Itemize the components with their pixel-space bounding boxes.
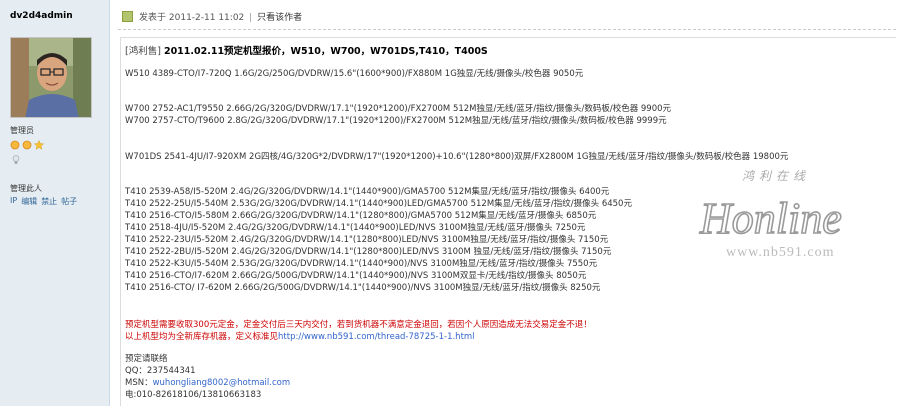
price-line: W700 2752-AC1/T9550 2.66G/2G/320G/DVDRW/…	[125, 104, 672, 114]
contact-phone: 电:010-82618106/13810663183	[125, 390, 262, 400]
post-meta-prefix: 发表于	[139, 13, 167, 23]
admin-links: IP 编辑 禁止 帖子	[10, 196, 77, 207]
admin-link-posts[interactable]: 帖子	[61, 196, 77, 207]
only-author-link[interactable]: 只看该作者	[257, 13, 302, 23]
post-message: [鸿利售] 2011.02.11预定机型报价，W510，W700，W701DS,…	[120, 37, 896, 406]
price-line: W701DS 2541-4JU/I7-920XM 2G四核/4G/320G*2/…	[125, 152, 789, 162]
price-line: W510 4389-CTO/I7-720Q 1.6G/2G/250G/DVDRW…	[125, 69, 584, 79]
price-line: T410 2522-K3U/I5-540M 2.53G/2G/320G/DVDR…	[125, 259, 598, 269]
stock-notice-text: 以上机型均为全新库存机器，定义标准见	[125, 332, 279, 342]
post-meta-bar: 发表于 2011-2-11 11:02 | 只看该作者	[118, 0, 896, 30]
post-title: [鸿利售] 2011.02.11预定机型报价，W510，W700，W701DS,…	[125, 43, 488, 57]
post-meta: 发表于 2011-2-11 11:02 | 只看该作者	[139, 10, 302, 23]
price-line: T410 2539-A58/I5-520M 2.4G/2G/320G/DVDRW…	[125, 187, 610, 197]
price-line: T410 2516-CTO/I5-580M 2.66G/2G/320G/DVDR…	[125, 211, 597, 221]
contact-msn: MSN：wuhongliang8002@hotmail.com	[125, 376, 290, 388]
price-line: T410 2522-2BU/I5-520M 2.4G/2G/320G/DVDRW…	[125, 247, 612, 257]
admin-link-edit[interactable]: 编辑	[21, 196, 37, 207]
user-role: 管理员	[10, 126, 34, 135]
admin-link-ip[interactable]: IP	[10, 196, 17, 207]
price-line: T410 2516-CTO/I7-620M 2.66G/2G/500G/DVDR…	[125, 271, 587, 281]
standard-link[interactable]: http://www.nb591.com/thread-78725-1-1.ht…	[278, 332, 475, 342]
post-content-area: 发表于 2011-2-11 11:02 | 只看该作者 [鸿利售] 2011.0…	[110, 0, 900, 406]
star-icon	[34, 140, 44, 150]
contact-qq: QQ：237544341	[125, 366, 196, 376]
rank-stars	[10, 140, 44, 150]
post-date: 2011-2-11 11:02	[168, 13, 245, 23]
post-status-icon	[122, 11, 133, 22]
msn-label: MSN：	[125, 378, 153, 388]
sun-icon	[22, 140, 32, 150]
price-line: T410 2516-CTO/ I7-620M 2.66G/2G/500G/DVD…	[125, 283, 601, 293]
watermark-url: www.nb591.com	[726, 245, 835, 260]
title-bracket: [鸿利售]	[125, 46, 161, 57]
title-text: 2011.02.11预定机型报价，W510，W700，W701DS,T410，T…	[163, 46, 488, 57]
sun-icon	[10, 140, 20, 150]
price-line: T410 2522-25U/I5-540M 2.53G/2G/320G/DVDR…	[125, 199, 632, 209]
lightbulb-icon	[12, 155, 20, 164]
stock-notice: 以上机型均为全新库存机器，定义标准见http://www.nb591.com/t…	[125, 330, 475, 342]
deposit-notice: 预定机型需要收取300元定金，定金交付后三天内交付，若到货机器不满意定金退回，若…	[125, 320, 592, 330]
meta-separator: |	[249, 13, 253, 23]
user-avatar[interactable]	[10, 37, 92, 118]
user-profile-sidebar: dv2d4admin 管理员 管理此人 IP 编辑 禁止 帖子	[0, 0, 110, 406]
admin-link-ban[interactable]: 禁止	[41, 196, 57, 207]
price-line: W700 2757-CTO/T9600 2.8G/2G/320G/DVDRW/1…	[125, 116, 667, 126]
username-link[interactable]: dv2d4admin	[10, 11, 73, 21]
price-line: T410 2522-23U/I5-520M 2.4G/2G/320G/DVDRW…	[125, 235, 609, 245]
msn-email-link[interactable]: wuhongliang8002@hotmail.com	[153, 378, 291, 388]
price-line: T410 2518-4JU/I5-520M 2.4G/2G/320G/DVDRW…	[125, 223, 586, 233]
admin-section-title: 管理此人	[10, 184, 42, 193]
contact-title: 预定请联络	[125, 354, 168, 364]
watermark-chinese: 鸿利在线	[742, 169, 811, 183]
